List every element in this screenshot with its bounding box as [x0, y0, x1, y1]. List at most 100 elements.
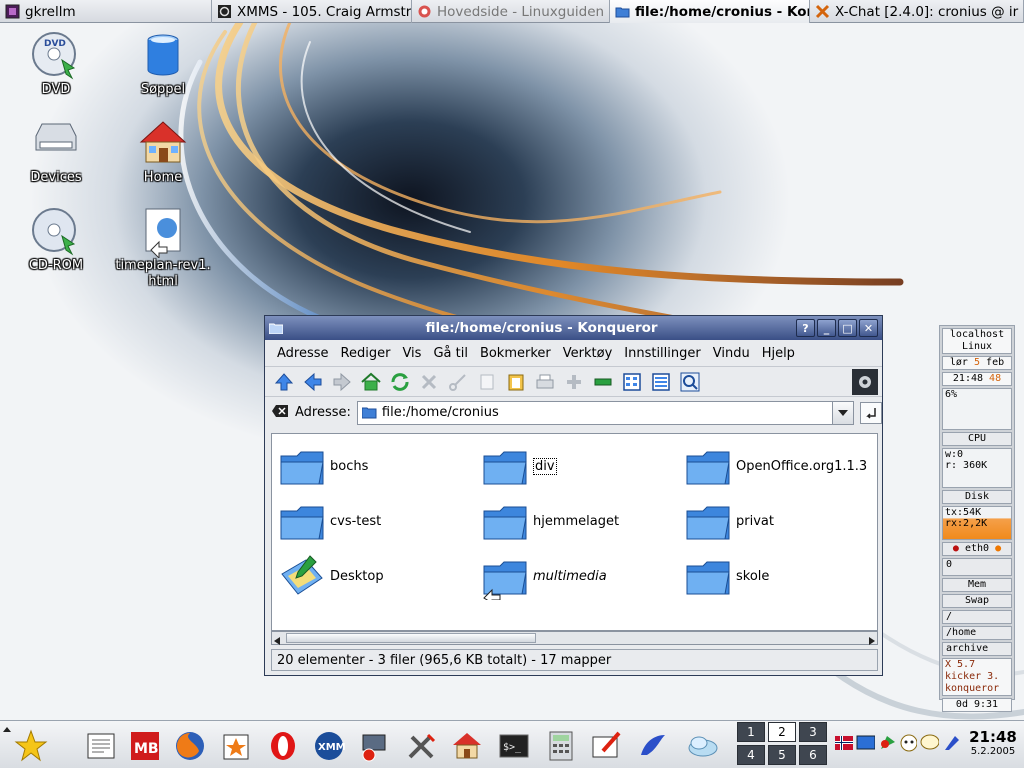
zoom-in-icon[interactable]	[561, 369, 587, 395]
folder-icon	[483, 451, 527, 485]
menu-rediger[interactable]: Rediger	[335, 346, 397, 361]
task-xchat[interactable]: X-Chat [2.4.0]: cronius @ ir	[810, 0, 1024, 23]
chat-bubble-icon[interactable]	[919, 732, 939, 754]
minimize-button[interactable]: _	[817, 319, 836, 337]
scroll-right-icon[interactable]	[867, 634, 875, 649]
clear-location-icon[interactable]	[271, 404, 289, 422]
desktop-icon-html-file[interactable]: timeplan-rev1. html	[113, 206, 213, 290]
file-item-hjemmelaget[interactable]: hjemmelaget	[481, 497, 619, 545]
keyboard-layout-icon[interactable]	[834, 732, 854, 754]
address-dropdown-icon[interactable]	[832, 400, 855, 425]
firefox-icon[interactable]	[173, 729, 207, 763]
print-icon[interactable]	[532, 369, 558, 395]
pager-desktop-2[interactable]: 2	[768, 722, 796, 742]
tools-icon[interactable]	[404, 729, 438, 763]
horizontal-scrollbar[interactable]	[271, 631, 878, 645]
file-item-skole[interactable]: skole	[684, 552, 769, 600]
clipboard-icon[interactable]	[941, 732, 960, 754]
close-button[interactable]: ✕	[859, 319, 878, 337]
weather-icon[interactable]	[686, 729, 720, 763]
gk-cpu-pct: 6%	[945, 389, 958, 400]
file-item-multimedia[interactable]: multimedia	[481, 552, 607, 600]
home-icon[interactable]	[358, 369, 384, 395]
desktop-icon-devices[interactable]: Devices	[6, 118, 106, 186]
menu-vindu[interactable]: Vindu	[707, 346, 756, 361]
file-name: multimedia	[533, 568, 607, 584]
desktop-icon-dvd[interactable]: DVD DVD	[6, 30, 106, 98]
xmms-icon[interactable]: XMMS	[312, 729, 346, 763]
file-item-privat[interactable]: privat	[684, 497, 774, 545]
gk-fs-home: /home	[942, 626, 1012, 640]
address-input[interactable]: file:/home/cronius	[356, 400, 834, 425]
mb-app-icon[interactable]: MB	[128, 729, 162, 763]
maximize-button[interactable]: □	[838, 319, 857, 337]
task-konqueror[interactable]: file:/home/cronius - Kor	[610, 0, 810, 23]
gk-mem: Mem	[942, 578, 1012, 592]
zoom-out-icon[interactable]	[590, 369, 616, 395]
document-icon[interactable]	[84, 729, 118, 763]
home-icon[interactable]	[450, 729, 484, 763]
copy-icon[interactable]	[474, 369, 500, 395]
menu-vis[interactable]: Vis	[396, 346, 427, 361]
menu-bar: Adresse Rediger Vis Gå til Bokmerker Ver…	[265, 340, 882, 366]
task-xmms[interactable]: XMMS - 105. Craig Armstror	[212, 0, 412, 23]
file-item-div[interactable]: div	[481, 442, 557, 490]
pager-desktop-4[interactable]: 4	[737, 745, 765, 765]
pager-desktop-1[interactable]: 1	[737, 722, 765, 742]
file-name: cvs-test	[330, 513, 382, 529]
forward-icon[interactable]	[329, 369, 355, 395]
menu-bokmerker[interactable]: Bokmerker	[474, 346, 557, 361]
pager-desktop-5[interactable]: 5	[768, 745, 796, 765]
bookmark-icon[interactable]	[219, 729, 253, 763]
messenger-icon[interactable]	[898, 732, 918, 754]
desktop-icon-home[interactable]: Home	[113, 118, 213, 186]
stop-icon[interactable]	[416, 369, 442, 395]
pager-desktop-6[interactable]: 6	[799, 745, 827, 765]
calculator-icon[interactable]	[544, 729, 578, 763]
panel-handle-icon[interactable]	[3, 723, 11, 738]
menu-adresse[interactable]: Adresse	[271, 346, 335, 361]
opera-icon[interactable]	[266, 729, 300, 763]
notes-icon[interactable]	[877, 732, 896, 754]
panel-clock[interactable]: 21:48 5.2.2005	[963, 728, 1023, 757]
window-titlebar[interactable]: file:/home/cronius - Konqueror ? _ □ ✕	[265, 316, 882, 340]
menu-hjelp[interactable]: Hjelp	[756, 346, 801, 361]
scroll-thumb[interactable]	[286, 633, 536, 643]
detail-view-icon[interactable]	[648, 369, 674, 395]
gk-r: r: 360K	[945, 460, 988, 471]
desktop-icon-cdrom[interactable]: CD-ROM	[6, 206, 106, 274]
file-item-openoffice[interactable]: OpenOffice.org1.1.3	[684, 442, 867, 490]
pager-desktop-3[interactable]: 3	[799, 722, 827, 742]
display-icon[interactable]	[855, 732, 875, 754]
window-menu-icon[interactable]	[265, 318, 287, 338]
up-icon[interactable]	[271, 369, 297, 395]
file-item-desktop[interactable]: Desktop	[278, 552, 384, 600]
menu-ga-til[interactable]: Gå til	[427, 346, 474, 361]
konqueror-window: file:/home/cronius - Konqueror ? _ □ ✕ A…	[264, 315, 883, 676]
status-bar: 20 elementer - 3 filer (965,6 KB totalt)…	[271, 649, 878, 671]
menu-verktoy[interactable]: Verktøy	[557, 346, 619, 361]
cut-icon[interactable]	[445, 369, 471, 395]
icon-view-icon[interactable]	[619, 369, 645, 395]
network-icon[interactable]	[357, 729, 391, 763]
desktop-icon-label: Home	[143, 170, 183, 185]
file-item-cvs-test[interactable]: cvs-test	[278, 497, 381, 545]
kwrite-bird-icon[interactable]	[635, 729, 669, 763]
task-browser[interactable]: Hovedside - Linuxguiden -	[412, 0, 610, 23]
help-button[interactable]: ?	[796, 319, 815, 337]
go-icon[interactable]	[860, 401, 882, 424]
kmenu-star-icon[interactable]	[14, 729, 48, 763]
back-icon[interactable]	[300, 369, 326, 395]
reload-icon[interactable]	[387, 369, 413, 395]
find-icon[interactable]	[677, 369, 703, 395]
editor-icon[interactable]	[589, 729, 623, 763]
terminal-icon[interactable]: $>_	[497, 729, 531, 763]
file-item-bochs[interactable]: bochs	[278, 442, 368, 490]
task-gkrellm[interactable]: gkrellm	[0, 0, 212, 23]
address-value: file:/home/cronius	[381, 405, 499, 420]
file-name: Desktop	[330, 568, 384, 584]
desktop-icon-trash[interactable]: Søppel	[113, 30, 213, 98]
menu-innstillinger[interactable]: Innstillinger	[618, 346, 706, 361]
paste-icon[interactable]	[503, 369, 529, 395]
scroll-left-icon[interactable]	[274, 634, 282, 649]
